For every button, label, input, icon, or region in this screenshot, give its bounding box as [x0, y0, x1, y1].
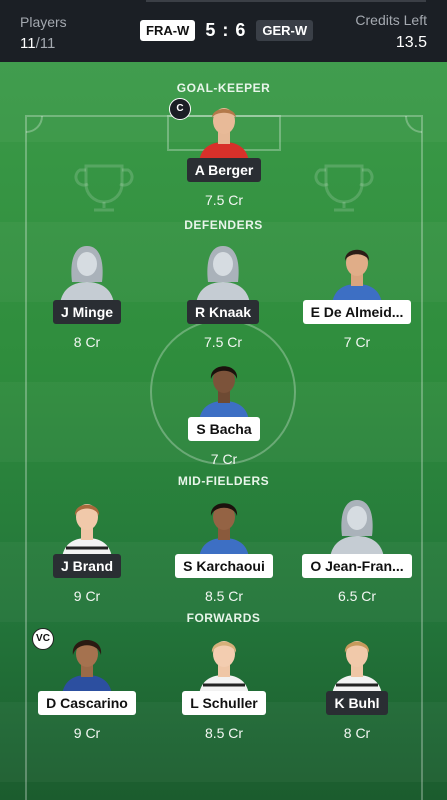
player-name: S Bacha	[188, 417, 260, 441]
player-card-def[interactable]: S Bacha 7 Cr	[159, 359, 289, 467]
player-name: A Berger	[186, 158, 262, 182]
trophy-watermark-left	[74, 164, 134, 212]
player-credits: 6.5 Cr	[337, 588, 377, 604]
team-away-badge: GER-W	[256, 20, 314, 41]
player-photo	[52, 496, 122, 558]
player-photo-placeholder	[52, 242, 122, 304]
player-photo-placeholder	[188, 242, 258, 304]
section-midfielders: MID-FIELDERS	[177, 474, 270, 488]
vice-captain-badge: VC	[32, 628, 54, 650]
trophy-watermark-right	[314, 164, 374, 212]
player-name: D Cascarino	[38, 691, 136, 715]
player-credits: 8.5 Cr	[204, 725, 244, 741]
section-defenders: DEFENDERS	[184, 218, 263, 232]
section-goalkeeper: GOAL-KEEPER	[176, 81, 271, 95]
player-name: R Knaak	[186, 300, 260, 324]
player-card-def[interactable]: E De Almeid... 7 Cr	[292, 242, 422, 350]
pitch: GOAL-KEEPER DEFENDERS MID-FIELDERS FORWA…	[0, 62, 447, 800]
players-count: 11/11	[20, 35, 67, 52]
player-photo	[189, 359, 259, 421]
player-card-gk[interactable]: C A Berger 7.5 Cr	[159, 98, 289, 208]
player-credits: 8 Cr	[343, 725, 371, 741]
player-credits: 8.5 Cr	[204, 588, 244, 604]
player-card-def[interactable]: R Knaak 7.5 Cr	[158, 242, 288, 350]
player-card-mid[interactable]: O Jean-Fran... 6.5 Cr	[292, 496, 422, 604]
player-photo	[189, 633, 259, 695]
player-name: J Brand	[52, 554, 122, 578]
section-forwards: FORWARDS	[186, 611, 261, 625]
player-name: L Schuller	[182, 691, 266, 715]
player-credits: 9 Cr	[73, 588, 101, 604]
player-name: K Buhl	[326, 691, 388, 715]
player-card-def[interactable]: J Minge 8 Cr	[22, 242, 152, 350]
player-name: O Jean-Fran...	[302, 554, 412, 578]
player-photo	[322, 242, 392, 304]
player-card-mid[interactable]: S Karchaoui 8.5 Cr	[159, 496, 289, 604]
header-divider	[146, 0, 426, 2]
player-credits: 8 Cr	[73, 334, 101, 350]
player-photo-placeholder	[322, 496, 392, 558]
player-credits: 7.5 Cr	[204, 192, 244, 208]
player-credits: 7.5 Cr	[203, 334, 243, 350]
player-name: J Minge	[52, 300, 122, 324]
players-total: /11	[35, 35, 56, 52]
player-card-fwd[interactable]: L Schuller 8.5 Cr	[159, 633, 289, 741]
player-photo: VC	[32, 628, 122, 695]
score-text: 5 : 6	[205, 20, 247, 40]
player-card-mid[interactable]: J Brand 9 Cr	[22, 496, 152, 604]
player-name: S Karchaoui	[175, 554, 273, 578]
players-label: Players	[20, 14, 67, 30]
match-header: Players 11/11 FRA-W 5 : 6 GER-W Credits …	[0, 0, 447, 62]
players-selected: 11	[20, 35, 36, 52]
player-credits: 7 Cr	[210, 451, 238, 467]
player-card-fwd[interactable]: VC D Cascarino 9 Cr	[22, 628, 152, 741]
player-photo	[322, 633, 392, 695]
player-credits: 7 Cr	[343, 334, 371, 350]
player-photo	[189, 496, 259, 558]
team-home-badge: FRA-W	[140, 20, 196, 41]
credits-label: Credits Left	[355, 12, 427, 28]
player-credits: 9 Cr	[73, 725, 101, 741]
player-card-fwd[interactable]: K Buhl 8 Cr	[292, 633, 422, 741]
match-score: FRA-W 5 : 6 GER-W	[140, 20, 314, 41]
captain-badge: C	[169, 98, 191, 120]
players-counter: Players 11/11	[20, 14, 67, 52]
credits-value: 13.5	[395, 34, 427, 51]
credits-counter: Credits Left 13.5	[355, 12, 427, 52]
player-photo: C	[169, 98, 259, 162]
player-name: E De Almeid...	[302, 300, 412, 324]
